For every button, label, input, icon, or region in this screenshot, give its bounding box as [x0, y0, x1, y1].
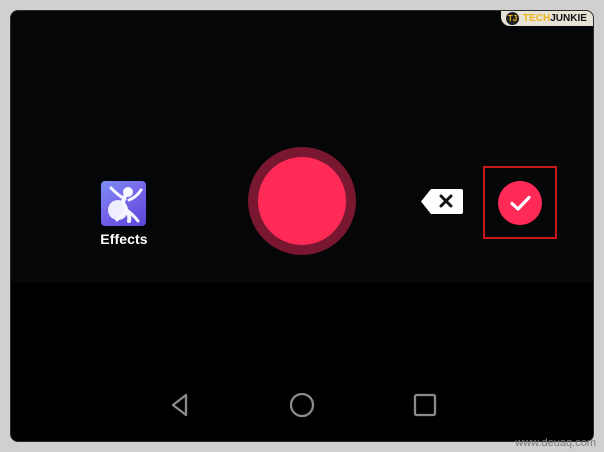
record-button[interactable]: [248, 147, 356, 255]
effects-icon: [108, 186, 143, 223]
effects-label: Effects: [100, 231, 148, 247]
techjunkie-wordmark: TECHJUNKIE: [523, 12, 587, 24]
watermark-tech-text: TECH: [523, 12, 551, 24]
record-button-core: [258, 157, 346, 245]
delete-clip-button[interactable]: [420, 188, 464, 215]
back-nav-button[interactable]: [166, 391, 194, 419]
techjunkie-watermark: TJ TECHJUNKIE: [501, 11, 593, 26]
backspace-x-icon: [421, 189, 463, 214]
home-nav-button[interactable]: [288, 391, 316, 419]
circle-home-icon: [289, 392, 315, 418]
check-icon: [510, 195, 531, 211]
triangle-back-icon: [171, 393, 188, 417]
phone-screen: TJ TECHJUNKIE Effects: [10, 10, 594, 442]
watermark-junkie-text: JUNKIE: [550, 12, 587, 24]
square-recents-icon: [413, 393, 437, 417]
effects-button[interactable]: [101, 181, 146, 226]
recent-apps-nav-button[interactable]: [411, 391, 439, 419]
source-watermark: www.deuaq.com: [515, 437, 596, 449]
confirm-recording-button[interactable]: [498, 181, 542, 225]
techjunkie-logo-badge: TJ: [506, 12, 519, 25]
